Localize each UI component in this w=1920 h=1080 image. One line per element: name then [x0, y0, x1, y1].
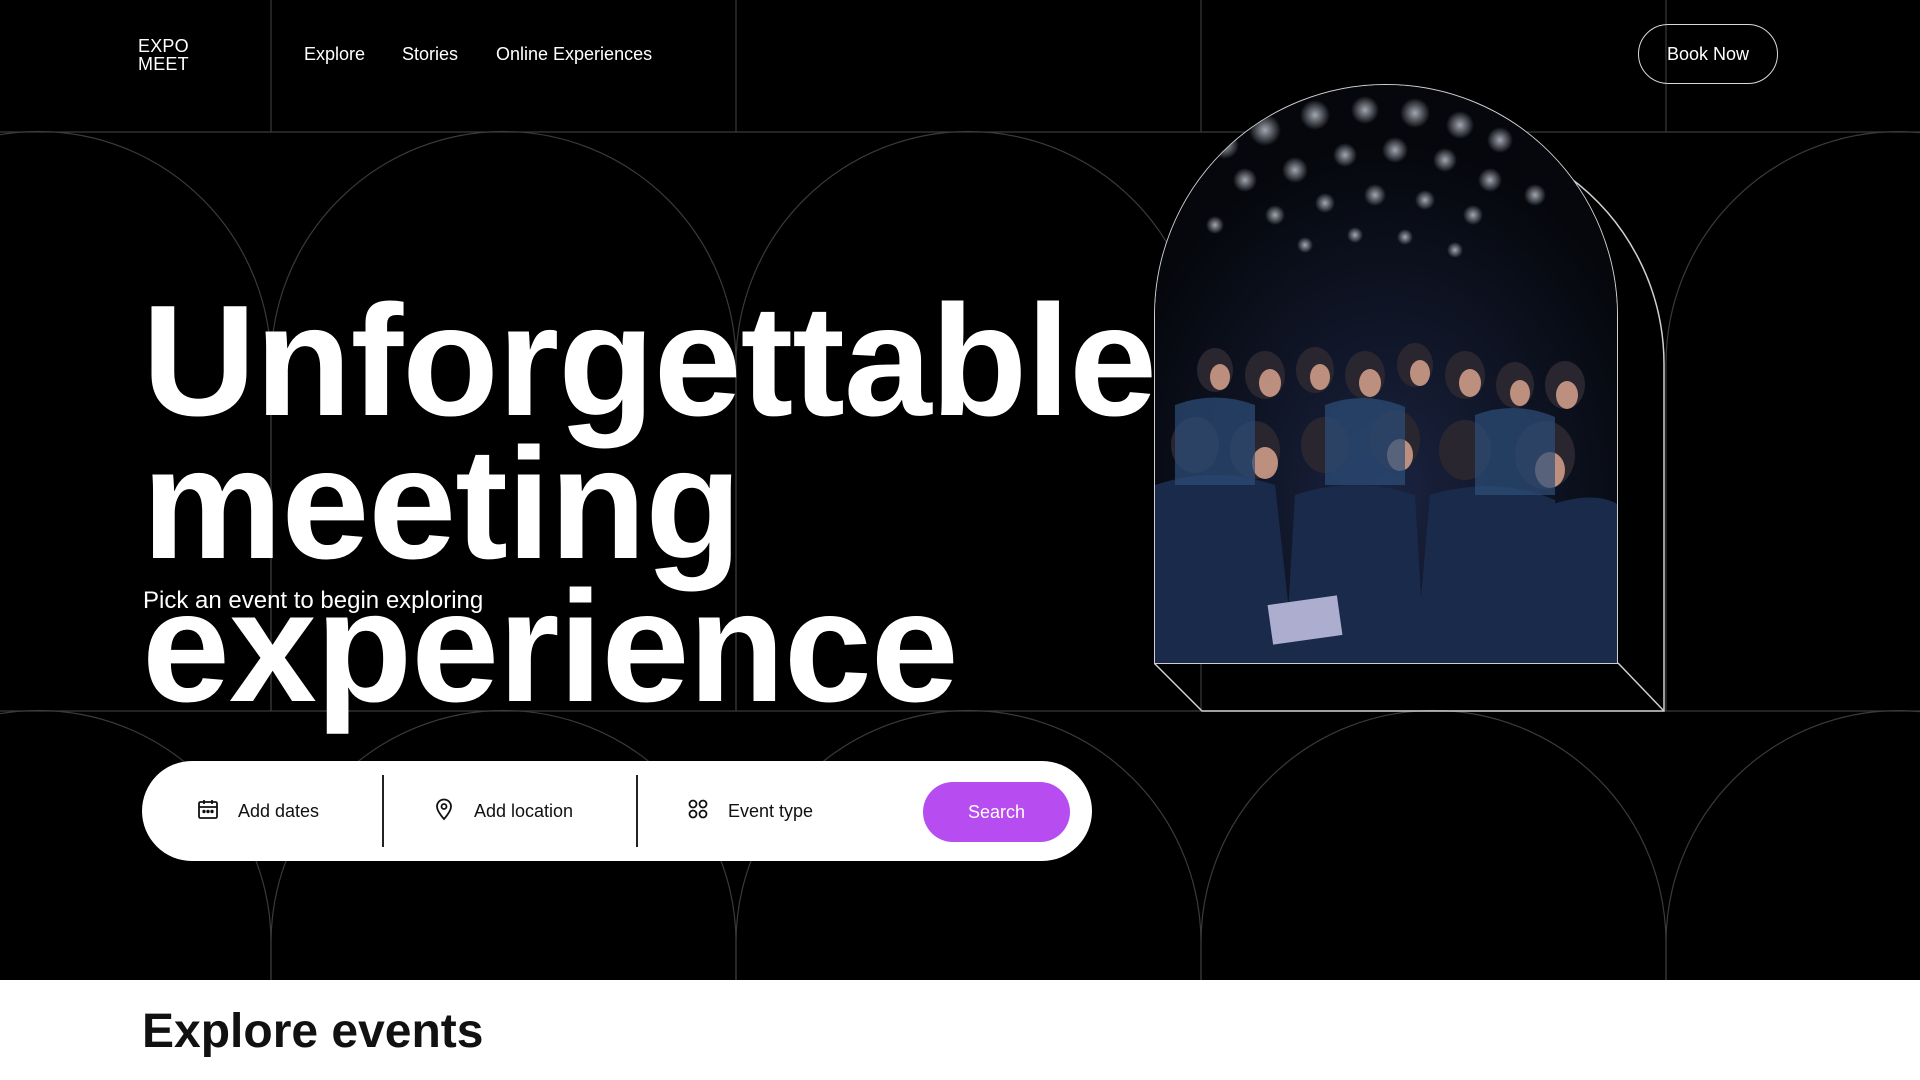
- explore-section: Explore events: [0, 980, 1920, 1080]
- explore-section-title: Explore events: [142, 1005, 484, 1058]
- brand-line-1: EXPO: [138, 36, 189, 56]
- dates-label: Add dates: [238, 800, 320, 821]
- hero-headline-line-1: Unforgettable: [142, 273, 1157, 449]
- nav-link-stories[interactable]: Stories: [402, 44, 458, 65]
- location-field[interactable]: Add location: [432, 761, 573, 861]
- dates-field[interactable]: Add dates: [196, 761, 319, 861]
- nav-link-online-experiences[interactable]: Online Experiences: [496, 44, 652, 65]
- book-now-button[interactable]: Book Now: [1638, 24, 1778, 84]
- hero-subtitle: Pick an event to begin exploring: [143, 587, 484, 614]
- hero-headline-line-2: meeting experience: [142, 416, 959, 735]
- location-pin-icon: [432, 797, 456, 826]
- search-divider: [382, 775, 384, 847]
- calendar-icon: [196, 797, 220, 826]
- location-label: Add location: [474, 800, 574, 821]
- hero-headline: Unforgettable meeting experience: [142, 273, 1542, 735]
- brand-line-2: MEET: [138, 54, 189, 74]
- search-button[interactable]: Search: [923, 782, 1070, 842]
- event-type-label: Event type: [728, 800, 814, 821]
- grid-four-circles-icon: [686, 797, 710, 826]
- brand-logo[interactable]: EXPO MEET: [138, 37, 189, 73]
- hero-section: EXPO MEET Explore Stories Online Experie…: [0, 0, 1920, 980]
- event-search-bar: Add dates Add location Event type Search: [142, 761, 1092, 861]
- page: EXPO MEET Explore Stories Online Experie…: [0, 0, 1920, 1080]
- nav-link-explore[interactable]: Explore: [304, 44, 365, 65]
- search-divider: [636, 775, 638, 847]
- event-type-field[interactable]: Event type: [686, 761, 813, 861]
